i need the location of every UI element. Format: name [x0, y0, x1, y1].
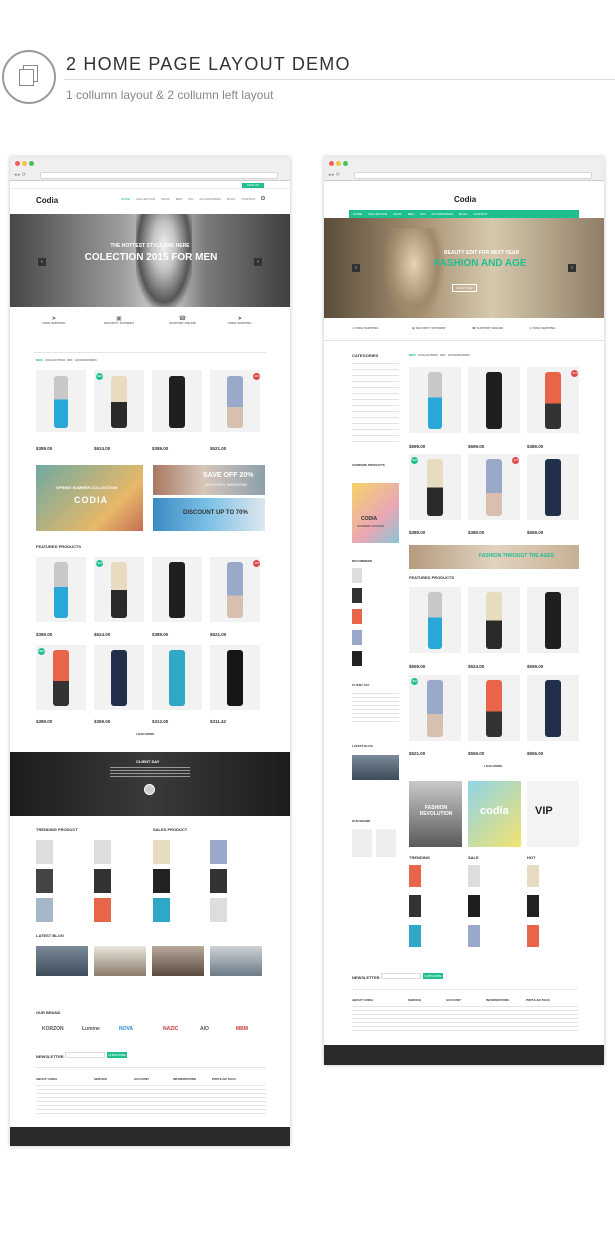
ages-banner[interactable]: FASHION THROUGT THE AGES	[409, 545, 579, 569]
features-row: ➤ FREE SHIPPING ▣ SECURITY PAYMENT ☎ SUPPOR…	[42, 316, 252, 325]
featured-title: FEATURED PRODUCTS	[36, 544, 82, 549]
main-nav[interactable]: HOME COLLECTION SHOP MEN KID ACCESSORIES BLOG C…	[121, 197, 262, 201]
product-tabs[interactable]: MEN COLLECTION KID ACCESSORIES	[36, 358, 97, 362]
collection-banner[interactable]: SPRING SUMMER COLLECTION CODIA	[36, 465, 143, 531]
load-more-button[interactable]: LOAD MORE	[136, 732, 154, 736]
discount-banner[interactable]: DISCOUNT UP TO 70%	[153, 498, 265, 531]
main-nav[interactable]: HOME COLLECTION SHOP MEN KID ACCESSORIES BLOG C…	[349, 210, 579, 218]
pages-icon	[2, 50, 56, 104]
newsletter-input[interactable]	[65, 1052, 105, 1058]
features-row: ➤ FREE SHIPPING ▣ SECURITY PAYMENT ☎ SUP…	[352, 326, 556, 330]
next-arrow-icon[interactable]: ›	[568, 264, 576, 272]
search-icon[interactable]	[261, 196, 265, 200]
page-subtitle: 1 collumn layout & 2 collumn left layout	[66, 88, 274, 102]
client-say-section: CLIENT SAY	[10, 752, 290, 816]
promo-revolution[interactable]: FASHION REVOLUTION	[409, 781, 462, 847]
load-more-button[interactable]: LOAD MORE	[484, 764, 502, 768]
footer-bar	[10, 1127, 290, 1146]
promo-vip[interactable]: VIP	[527, 781, 579, 847]
newsletter-input[interactable]	[381, 973, 421, 979]
site-logo[interactable]: Codia	[36, 196, 58, 205]
page-title: 2 HOME PAGE LAYOUT DEMO	[66, 54, 351, 74]
prev-arrow-icon[interactable]: ‹	[352, 264, 360, 272]
right-demo-window: ◂ ▸ ⟳ Codia HOME COLLECTION SHOP MEN KID ACCE…	[324, 157, 604, 1065]
prev-arrow-icon[interactable]: ‹	[38, 258, 46, 266]
left-demo-window: ◂ ▸ ⟳ SIGN UP Codia HOME COLLECTION SHOP ME…	[10, 157, 290, 1146]
page-header: 2 HOME PAGE LAYOUT DEMO 1 collumn layout…	[0, 0, 615, 110]
product-tabs[interactable]: MEN COLLECTION KID ACCESSORIES	[409, 353, 470, 357]
browser-chrome: ◂ ▸ ⟳	[10, 157, 290, 181]
subscribe-button[interactable]: SUBSCRIBE	[423, 973, 443, 979]
codia-banner[interactable]: CODIA SUMMER FASHION	[352, 483, 399, 543]
avatar	[144, 784, 155, 795]
next-arrow-icon[interactable]: ›	[254, 258, 262, 266]
footer-bar	[324, 1045, 604, 1065]
sidebar: CATEGORIES COMPARE PRODUCTS CODIA SUMMER…	[352, 353, 399, 857]
subscribe-button[interactable]: SUBSCRIBE	[107, 1052, 127, 1058]
hero-slider[interactable]: BEAUTY EDIT FOR NEXT YEAR FASHION AND AG…	[324, 218, 604, 318]
promo-codia[interactable]: codia	[468, 781, 521, 847]
browser-chrome: ◂ ▸ ⟳	[324, 157, 604, 181]
site-logo[interactable]: Codia	[454, 195, 476, 204]
sale-banner[interactable]: SAVE OFF 20% ON EVERY WEEKEND	[153, 465, 265, 495]
hero-slider[interactable]: THE HOTTEST STYLE ARE HERE COLECTION 201…	[10, 214, 290, 307]
